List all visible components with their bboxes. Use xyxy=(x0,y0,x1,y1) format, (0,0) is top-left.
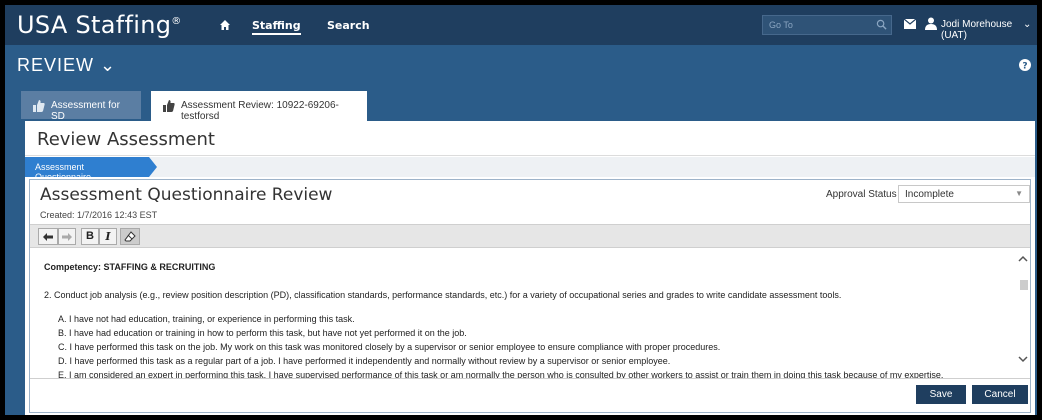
home-icon[interactable] xyxy=(219,19,231,31)
content-scrollbar[interactable] xyxy=(1016,250,1030,378)
answer-option: B. I have had education or training in h… xyxy=(58,328,467,338)
questionnaire-review-section: Assessment Questionnaire Review Created:… xyxy=(29,179,1031,413)
scrollbar-thumb[interactable] xyxy=(1020,280,1028,290)
chevron-down-icon[interactable] xyxy=(1018,354,1028,364)
questionnaire-content[interactable]: Competency: STAFFING & RECRUITING 2. Con… xyxy=(30,250,1026,378)
italic-button[interactable]: I xyxy=(99,228,117,245)
answer-option: D. I have performed this task as a regul… xyxy=(58,356,671,366)
chevron-up-icon[interactable] xyxy=(1018,254,1028,264)
created-timestamp: Created: 1/7/2016 12:43 EST xyxy=(40,210,158,220)
nav-staffing-link[interactable]: Staffing xyxy=(252,19,301,35)
tab-assessment-for-sd[interactable]: Assessment for SD xyxy=(21,91,141,122)
eraser-icon xyxy=(124,231,136,242)
answer-option: C. I have performed this task on the job… xyxy=(58,342,721,352)
answer-option: A. I have not had education, training, o… xyxy=(58,314,355,324)
breadcrumb-assessment-questionnaire[interactable]: Assessment Questionnaire xyxy=(25,157,157,182)
goto-placeholder: Go To xyxy=(769,20,793,30)
tab-label: Assessment Review: 10922-69206-testforsd xyxy=(181,100,339,122)
approval-status-select[interactable]: Incomplete ▼ xyxy=(898,185,1030,203)
app-frame: USA Staffing® Staffing Search Go To Jodi… xyxy=(5,5,1037,415)
clear-formatting-button[interactable] xyxy=(120,228,140,245)
thumbs-up-icon xyxy=(33,100,45,112)
user-icon[interactable] xyxy=(925,17,937,30)
undo-button[interactable] xyxy=(38,228,58,245)
approval-status-label: Approval Status xyxy=(826,189,897,200)
mail-icon[interactable] xyxy=(904,19,916,29)
nav-search-link[interactable]: Search xyxy=(327,19,370,32)
goto-search-input[interactable]: Go To xyxy=(762,15,892,35)
undo-icon xyxy=(43,233,53,241)
top-nav-bar: USA Staffing® Staffing Search Go To Jodi… xyxy=(5,5,1037,45)
chevron-down-icon[interactable]: ⌄ xyxy=(1023,19,1031,30)
competency-heading: Competency: STAFFING & RECRUITING xyxy=(44,262,216,272)
tab-label: Assessment for SD xyxy=(51,100,120,122)
thumbs-up-icon xyxy=(163,100,175,112)
dropdown-caret-icon: ▼ xyxy=(1015,189,1023,198)
search-icon[interactable] xyxy=(876,19,887,30)
svg-text:?: ? xyxy=(1022,62,1027,72)
approval-status-value: Incomplete xyxy=(905,189,954,200)
question-text: 2. Conduct job analysis (e.g., review po… xyxy=(44,290,842,300)
usa-staffing-logo[interactable]: USA Staffing® xyxy=(17,11,182,39)
section-title-dropdown[interactable]: REVIEW ⌄ xyxy=(17,55,116,76)
redo-icon xyxy=(62,233,72,241)
redo-button[interactable] xyxy=(58,228,76,245)
editor-toolbar: B I xyxy=(30,224,1030,248)
divider xyxy=(25,155,1035,156)
section-bar: REVIEW ⌄ ? xyxy=(5,45,1037,85)
breadcrumb: Assessment Questionnaire xyxy=(25,157,1035,182)
review-assessment-panel: Review Assessment Assessment Questionnai… xyxy=(25,121,1035,415)
save-button[interactable]: Save xyxy=(916,385,966,404)
section-title: Assessment Questionnaire Review xyxy=(40,185,333,205)
form-footer: Save Cancel xyxy=(30,378,1030,412)
answer-option: E. I am considered an expert in performi… xyxy=(58,370,944,378)
page-title: Review Assessment xyxy=(37,129,215,150)
tab-assessment-review[interactable]: Assessment Review: 10922-69206-testforsd xyxy=(151,91,367,122)
cancel-button[interactable]: Cancel xyxy=(972,385,1028,404)
help-icon[interactable]: ? xyxy=(1019,59,1031,71)
bold-button[interactable]: B xyxy=(81,228,99,245)
